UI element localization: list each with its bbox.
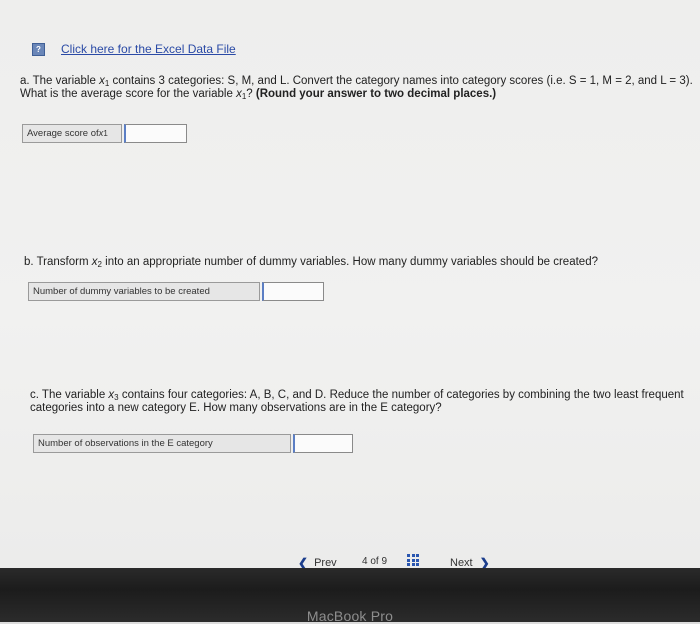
excel-link-label[interactable]: Click here for the Excel Data File [61, 42, 236, 56]
answer-row-a: Average score of x1 [22, 124, 187, 143]
answer-label-c: Number of observations in the E category [33, 434, 291, 453]
grid-icon[interactable] [407, 554, 419, 566]
question-a-line2: What is the average score for the variab… [20, 88, 497, 101]
answer-label-b: Number of dummy variables to be created [28, 282, 260, 301]
laptop-bezel: MacBook Pro [0, 568, 700, 624]
file-icon: ? [32, 42, 45, 56]
dummy-variables-input[interactable] [262, 282, 324, 301]
answer-row-c: Number of observations in the E category [33, 434, 353, 453]
average-score-input[interactable] [124, 124, 187, 143]
answer-label-a: Average score of x1 [22, 124, 122, 143]
screen: ? Click here for the Excel Data File a. … [0, 0, 700, 570]
page-indicator: 4 of 9 [362, 556, 388, 567]
question-b: b. Transform x2 into an appropriate numb… [24, 256, 598, 269]
answer-row-b: Number of dummy variables to be created [28, 282, 324, 301]
round-instruction: (Round your answer to two decimal places… [255, 88, 497, 100]
observations-input[interactable] [293, 434, 353, 453]
excel-data-link[interactable]: ? Click here for the Excel Data File [32, 42, 236, 56]
question-c-line2: categories into a new category E. How ma… [30, 402, 442, 414]
